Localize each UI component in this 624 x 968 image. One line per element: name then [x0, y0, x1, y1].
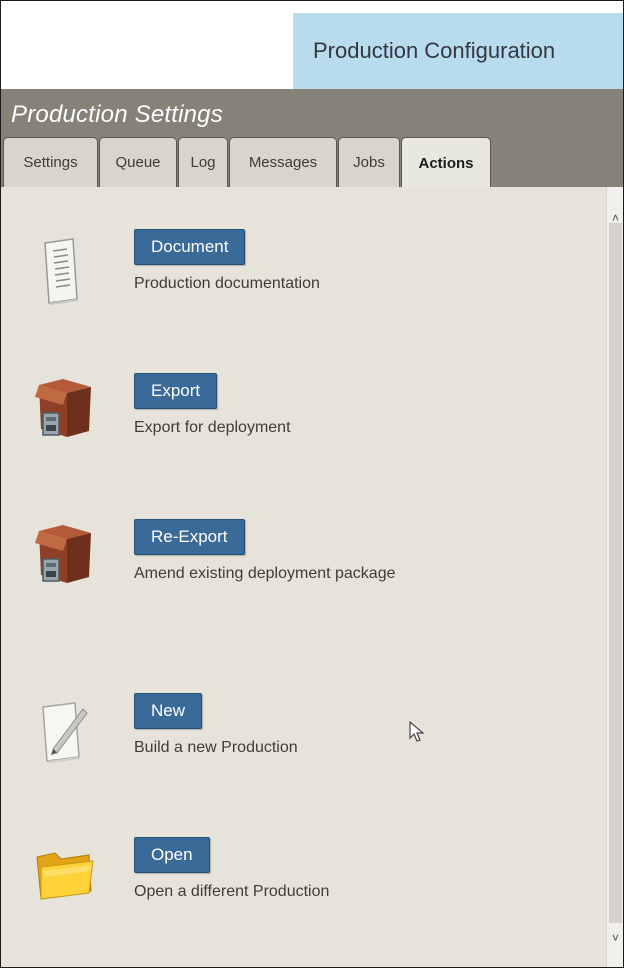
open-button[interactable]: Open	[134, 837, 210, 873]
mouse-pointer-icon	[409, 721, 425, 742]
tab-log[interactable]: Log	[178, 137, 228, 187]
tab-queue[interactable]: Queue	[99, 137, 177, 187]
reexport-package-icon	[35, 525, 91, 583]
document-icon	[44, 238, 79, 305]
open-description: Open a different Production	[134, 883, 330, 900]
tab-jobs[interactable]: Jobs	[338, 137, 400, 187]
reexport-button[interactable]: Re-Export	[134, 519, 245, 555]
production-settings-header: Production Settings Settings Queue Log M…	[1, 89, 623, 189]
new-description: Build a new Production	[134, 739, 298, 756]
tab-messages[interactable]: Messages	[229, 137, 337, 187]
panel-title: Production Settings	[11, 101, 223, 128]
export-description: Export for deployment	[134, 419, 291, 436]
vertical-scrollbar[interactable]: ˄ ˅	[606, 187, 623, 967]
tab-settings[interactable]: Settings	[3, 137, 98, 187]
export-package-icon	[35, 379, 91, 437]
document-description: Production documentation	[134, 275, 320, 292]
scroll-down-icon[interactable]: ˅	[609, 931, 622, 945]
production-configuration-title: Production Configuration	[293, 13, 623, 89]
reexport-description: Amend existing deployment package	[134, 565, 396, 582]
new-button[interactable]: New	[134, 693, 203, 729]
folder-icon	[36, 852, 94, 900]
tab-actions[interactable]: Actions	[401, 137, 491, 189]
document-button[interactable]: Document	[134, 229, 246, 265]
top-bar: Production Configuration	[1, 1, 623, 89]
actions-panel: Document Production documentation Export…	[1, 187, 606, 967]
app-window: Production Configuration Production Sett…	[0, 0, 624, 968]
new-document-icon	[42, 702, 88, 763]
export-button[interactable]: Export	[134, 373, 218, 409]
scroll-track[interactable]	[609, 223, 622, 923]
